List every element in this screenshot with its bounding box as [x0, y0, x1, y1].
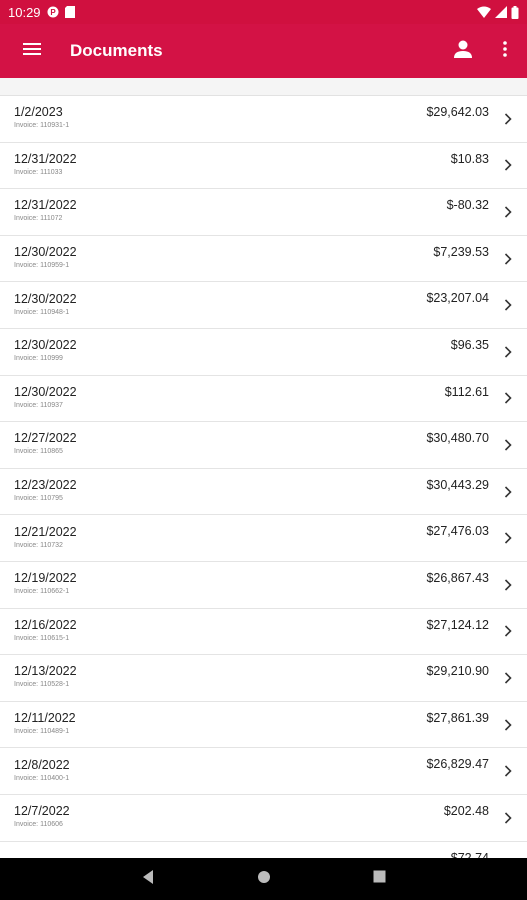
document-invoice-number: Invoice: 110528-1: [14, 681, 70, 689]
sd-card-icon: [64, 6, 75, 18]
document-amount: $23,207.04: [426, 291, 489, 306]
document-invoice-number: Invoice: 110795: [14, 495, 63, 503]
document-amount: $10.83: [450, 151, 489, 166]
status-left: 10:29 P: [8, 5, 75, 20]
document-invoice-number: Invoice: 110865: [14, 448, 63, 456]
document-row[interactable]: 12/31/2022 Invoice: 111033 $10.83: [0, 143, 527, 190]
chevron-right-icon: [503, 485, 513, 499]
menu-button[interactable]: [0, 24, 64, 78]
chevron-right-icon: [503, 718, 513, 732]
document-amount: $29,642.03: [426, 105, 489, 119]
document-amount: $7,239.53: [433, 244, 489, 259]
document-invoice-number: Invoice: 110937: [14, 401, 63, 409]
battery-icon: [511, 5, 519, 19]
cell-signal-icon: [495, 6, 507, 18]
chevron-right-icon: [503, 205, 513, 219]
documents-list[interactable]: 1/2/2023 Invoice: 110931-1 $29,642.03 12/31…: [0, 95, 527, 858]
document-amount: $29,210.90: [426, 664, 489, 679]
chevron-right-icon: [503, 298, 513, 312]
document-invoice-number: Invoice: 110732: [14, 541, 63, 549]
chevron-right-icon: [503, 671, 513, 685]
document-row[interactable]: 12/30/2022 Invoice: 110937 $112.61: [0, 376, 527, 423]
document-row[interactable]: 12/11/2022 Invoice: 110489-1 $27,861.39: [0, 702, 527, 749]
svg-text:P: P: [50, 8, 56, 17]
account-icon: [453, 39, 473, 64]
document-invoice-number: Invoice: 111033: [14, 168, 63, 176]
document-amount: $112.61: [444, 384, 489, 399]
nav-recents-button[interactable]: [368, 867, 392, 891]
app-bar: Documents: [0, 24, 527, 78]
document-row[interactable]: 12/30/2022 Invoice: 110959-1 $7,239.53: [0, 236, 527, 283]
document-amount: $27,476.03: [426, 524, 489, 539]
chevron-right-icon: [503, 252, 513, 266]
chevron-right-icon: [503, 345, 513, 359]
document-row[interactable]: 12/16/2022 Invoice: 110615-1 $27,124.12: [0, 609, 527, 656]
status-bar: 10:29 P: [0, 0, 527, 24]
document-row[interactable]: 12/27/2022 Invoice: 110865 $30,480.70: [0, 422, 527, 469]
app-bar-actions: [439, 24, 527, 78]
more-vert-icon: [503, 40, 507, 62]
document-amount: $27,861.39: [426, 710, 489, 725]
document-row[interactable]: 12/23/2022 Invoice: 110795 $30,443.29: [0, 469, 527, 516]
menu-icon: [23, 42, 41, 61]
document-invoice-number: Invoice: 111072: [14, 215, 63, 223]
document-amount: $27,124.12: [426, 617, 489, 632]
document-invoice-number: Invoice: 110489-1: [14, 728, 70, 736]
recents-icon: [373, 870, 386, 888]
chevron-right-icon: [503, 578, 513, 592]
document-row[interactable]: 12/21/2022 Invoice: 110732 $27,476.03: [0, 515, 527, 562]
status-right: [477, 5, 519, 19]
document-row[interactable]: 12/19/2022 Invoice: 110662-1 $26,867.43: [0, 562, 527, 609]
more-options-button[interactable]: [487, 24, 523, 78]
system-nav-bar: [0, 858, 527, 900]
document-amount: $26,829.47: [426, 757, 489, 772]
document-invoice-number: Invoice: 110615-1: [14, 634, 70, 642]
chevron-right-icon: [503, 764, 513, 778]
document-amount: $72.74: [450, 850, 489, 859]
wifi-icon: [477, 6, 491, 18]
chevron-right-icon: [503, 391, 513, 405]
p-icon: P: [47, 6, 59, 18]
nav-back-button[interactable]: [136, 867, 160, 891]
document-row[interactable]: 12/30/2022 Invoice: 110999 $96.35: [0, 329, 527, 376]
document-amount: $26,867.43: [426, 570, 489, 585]
document-row[interactable]: 12/30/2022 Invoice: 110948-1 $23,207.04: [0, 282, 527, 329]
chevron-right-icon: [503, 624, 513, 638]
document-amount: $202.48: [443, 803, 489, 818]
document-invoice-number: Invoice: 110662-1: [14, 588, 70, 596]
document-row[interactable]: 12/5/2022$72.74: [0, 842, 527, 859]
account-button[interactable]: [439, 24, 487, 78]
document-invoice-number: Invoice: 110606: [14, 821, 63, 829]
document-invoice-number: Invoice: 110931-1: [14, 122, 70, 130]
back-icon: [141, 869, 155, 890]
document-row[interactable]: 12/8/2022 Invoice: 110400-1 $26,829.47: [0, 748, 527, 795]
chevron-right-icon: [503, 112, 513, 126]
nav-home-button[interactable]: [252, 867, 276, 891]
chevron-right-icon: [503, 438, 513, 452]
document-row[interactable]: 1/2/2023 Invoice: 110931-1 $29,642.03: [0, 96, 527, 143]
home-icon: [257, 870, 271, 889]
document-amount: $30,443.29: [426, 477, 489, 492]
chevron-right-icon: [503, 531, 513, 545]
document-invoice-number: Invoice: 110999: [14, 355, 63, 363]
document-invoice-number: Invoice: 110400-1: [14, 774, 70, 782]
document-row[interactable]: 12/31/2022 Invoice: 111072 $-80.32: [0, 189, 527, 236]
document-row[interactable]: 12/7/2022 Invoice: 110606 $202.48: [0, 795, 527, 842]
document-amount: $96.35: [450, 337, 489, 352]
status-time: 10:29: [8, 4, 41, 20]
page-title: Documents: [70, 41, 163, 60]
chevron-right-icon: [503, 158, 513, 172]
document-amount: $-80.32: [446, 198, 489, 213]
chevron-right-icon: [503, 811, 513, 825]
document-row[interactable]: 12/13/2022 Invoice: 110528-1 $29,210.90: [0, 655, 527, 702]
document-invoice-number: Invoice: 110959-1: [14, 262, 70, 270]
document-invoice-number: Invoice: 110948-1: [14, 308, 70, 316]
document-amount: $30,480.70: [426, 431, 489, 446]
